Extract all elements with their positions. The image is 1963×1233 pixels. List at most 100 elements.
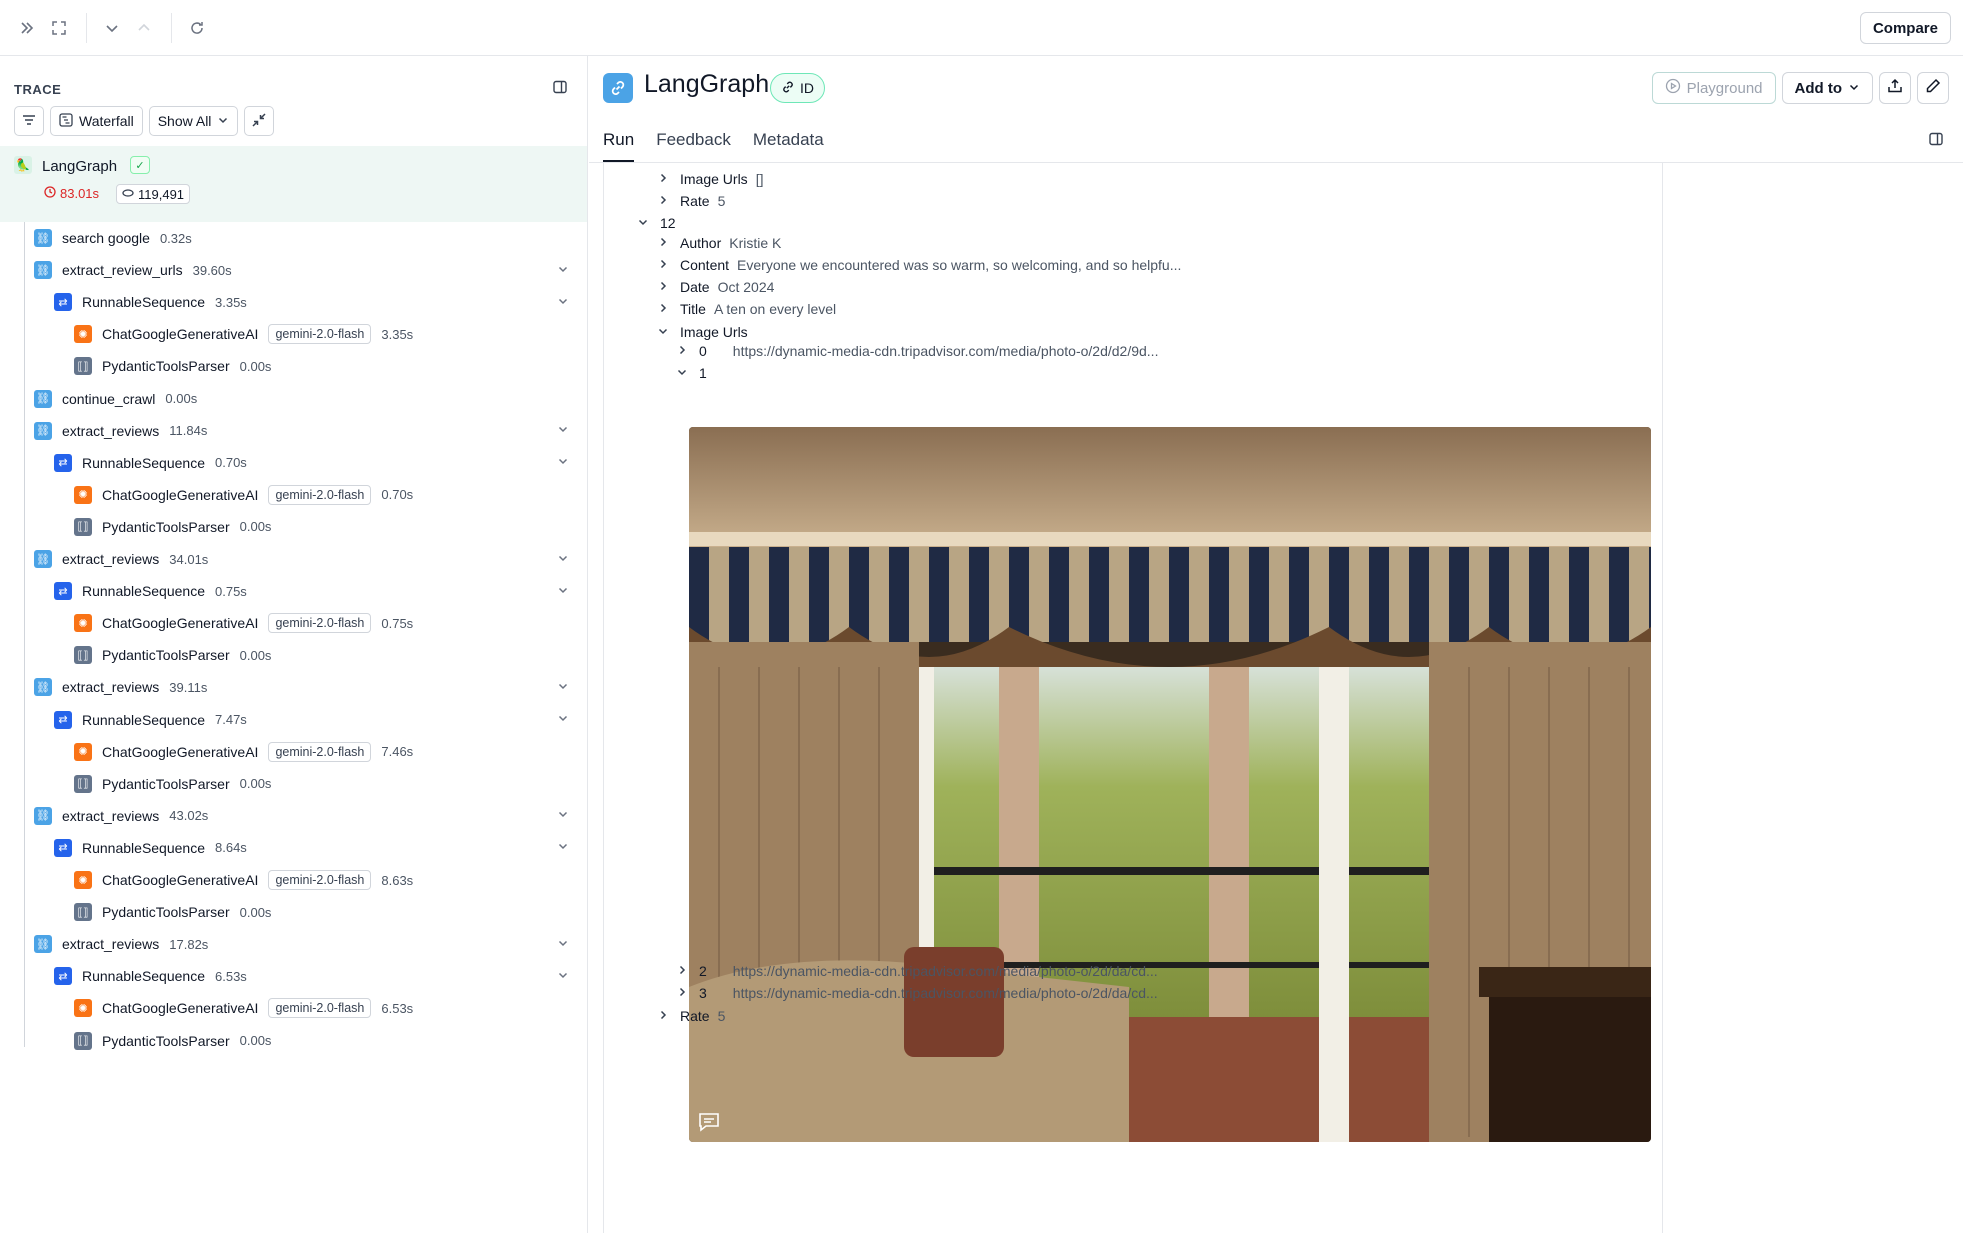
trace-node[interactable]: ⛓ extract_reviews 34.01s [34,543,587,575]
chevron-down-icon[interactable] [97,13,127,43]
chevron-down-icon[interactable] [557,712,569,727]
trace-node[interactable]: ⇄ RunnableSequence 3.35s [54,286,587,318]
tab-feedback[interactable]: Feedback [656,130,731,162]
chevron-up-icon[interactable] [129,13,159,43]
show-all-dropdown[interactable]: Show All [148,106,239,136]
playground-button[interactable]: Playground [1651,72,1776,104]
output-row[interactable]: Rate 5 [656,190,725,212]
chevron-down-icon[interactable] [636,216,650,231]
panel-icon[interactable] [1929,132,1943,151]
trace-node[interactable]: ⛓ extract_reviews 17.82s [34,928,587,960]
trace-node-latency: 3.35s [215,294,247,310]
trace-node[interactable]: ⛓ extract_reviews 39.11s [34,671,587,703]
output-row[interactable]: Rate 5 [656,1005,725,1027]
chevron-right-icon[interactable] [675,986,689,1001]
chevron-down-icon[interactable] [557,584,569,599]
refresh-icon[interactable] [182,13,212,43]
output-row[interactable]: Image Urls [] [656,168,763,190]
trace-node-name: PydanticToolsParser [102,775,230,792]
trace-node[interactable]: ⟦⟧ PydanticToolsParser 0.00s [74,350,587,382]
compare-button[interactable]: Compare [1859,12,1951,44]
trace-node[interactable]: ✺ ChatGoogleGenerativeAI gemini-2.0-flash 3… [74,318,587,350]
chevron-down-icon[interactable] [557,680,569,695]
chevron-right-icon[interactable] [656,236,670,251]
trace-node-latency: 0.00s [239,776,272,792]
output-key: Image Urls [680,324,748,340]
chevron-right-icon[interactable] [656,258,670,273]
chevron-down-icon[interactable] [557,263,569,278]
trace-node[interactable]: ✺ ChatGoogleGenerativeAI gemini-2.0-flash 7… [74,736,587,768]
waterfall-toggle[interactable]: Waterfall [50,106,143,136]
chevron-down-icon[interactable] [557,295,569,310]
output-row[interactable]: Date Oct 2024 [656,276,774,298]
trace-node[interactable]: ⛓ extract_reviews 11.84s [34,415,587,447]
trace-root-row[interactable]: 🦜 LangGraph ✓ 83.01s 119,491 [0,146,587,222]
latency-value: 83.01s [60,186,100,201]
chevron-down-icon[interactable] [557,423,569,438]
add-to-button[interactable]: Add to [1781,72,1873,104]
output-row[interactable]: 0 https://dynamic-media-cdn.tripadvisor.c… [675,340,1158,362]
collapse-button[interactable] [244,106,275,136]
id-badge[interactable]: ID [770,73,825,103]
trace-node[interactable]: ⟦⟧ PydanticToolsParser 0.00s [74,1025,587,1057]
sequence-icon: ⇄ [54,582,72,601]
trace-node[interactable]: ⇄ RunnableSequence 7.47s [54,704,587,736]
trace-node[interactable]: ⛓ continue_crawl 0.00s [34,383,587,415]
trace-node[interactable]: ⛓ extract_reviews 43.02s [34,800,587,832]
chevron-right-icon[interactable] [675,344,689,359]
chevron-down-icon[interactable] [557,937,569,952]
output-row[interactable]: Content Everyone we encountered was so wa… [656,254,1181,276]
output-row[interactable]: 3 https://dynamic-media-cdn.tripadvisor.c… [675,982,1158,1004]
trace-node[interactable]: ✺ ChatGoogleGenerativeAI gemini-2.0-flash 0… [74,607,587,639]
trace-node[interactable]: ⛓ search google 0.32s [34,222,587,254]
trace-node[interactable]: ⟦⟧ PydanticToolsParser 0.00s [74,511,587,543]
chevron-right-icon[interactable] [656,194,670,209]
trace-node[interactable]: ⇄ RunnableSequence 0.70s [54,447,587,479]
chevron-right-icon[interactable] [656,302,670,317]
clock-icon [44,186,56,201]
chevron-down-icon[interactable] [656,325,670,340]
trace-node[interactable]: ✺ ChatGoogleGenerativeAI gemini-2.0-flash 6… [74,992,587,1024]
trace-node[interactable]: ⇄ RunnableSequence 0.75s [54,575,587,607]
output-row[interactable]: 1 [675,362,733,384]
chevron-right-icon[interactable] [675,964,689,979]
output-row[interactable]: 12 [636,212,684,234]
chevron-down-icon[interactable] [557,808,569,823]
pencil-icon [1925,78,1941,98]
chevron-down-icon[interactable] [557,840,569,855]
filter-button[interactable] [14,106,44,136]
tab-metadata[interactable]: Metadata [753,130,824,162]
output-row[interactable]: Title A ten on every level [656,298,836,320]
edit-button[interactable] [1917,72,1949,104]
trace-node[interactable]: ⛓ extract_review_urls 39.60s [34,254,587,286]
double-chevron-right-icon[interactable] [12,13,42,43]
trace-node[interactable]: ⇄ RunnableSequence 6.53s [54,960,587,992]
export-button[interactable] [1879,72,1911,104]
chevron-right-icon[interactable] [656,1009,670,1024]
trace-node-name: extract_reviews [62,936,160,953]
chevron-down-icon[interactable] [675,366,689,381]
model-badge: gemini-2.0-flash [268,741,372,762]
trace-node-name: extract_review_urls [62,262,183,279]
trace-node[interactable]: ⟦⟧ PydanticToolsParser 0.00s [74,768,587,800]
output-row[interactable]: Author Kristie K [656,232,781,254]
expand-icon[interactable] [44,13,74,43]
trace-node-latency: 39.11s [169,679,208,695]
run-title: LangGraph [644,70,770,98]
trace-node-latency: 39.60s [192,262,232,278]
trace-node[interactable]: ⟦⟧ PydanticToolsParser 0.00s [74,639,587,671]
output-value: https://dynamic-media-cdn.tripadvisor.co… [732,963,1158,979]
panel-icon[interactable] [553,80,567,99]
tab-run[interactable]: Run [603,130,635,162]
chevron-right-icon[interactable] [656,280,670,295]
chevron-down-icon[interactable] [557,455,569,470]
chevron-right-icon[interactable] [656,172,670,187]
comment-icon[interactable] [697,1111,721,1138]
trace-node[interactable]: ✺ ChatGoogleGenerativeAI gemini-2.0-flash 8… [74,864,587,896]
output-row[interactable]: 2 https://dynamic-media-cdn.tripadvisor.c… [675,960,1158,982]
trace-node[interactable]: ⇄ RunnableSequence 8.64s [54,832,587,864]
trace-node[interactable]: ⟦⟧ PydanticToolsParser 0.00s [74,896,587,928]
chevron-down-icon[interactable] [557,969,569,984]
trace-node[interactable]: ✺ ChatGoogleGenerativeAI gemini-2.0-flash 0… [74,479,587,511]
chevron-down-icon[interactable] [557,552,569,567]
